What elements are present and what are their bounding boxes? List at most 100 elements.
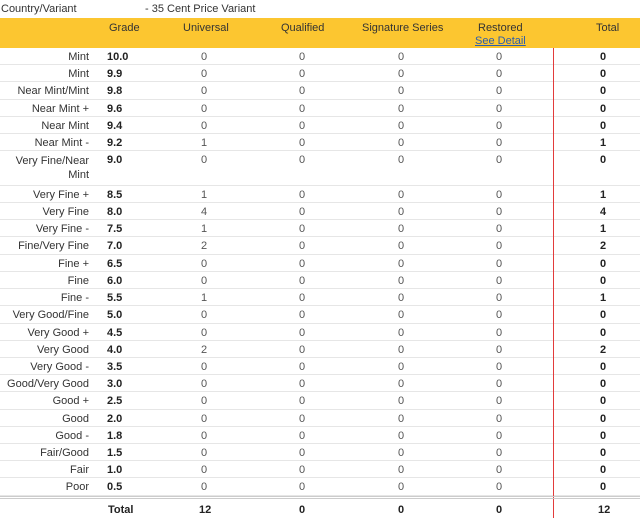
restored-count: 0	[496, 205, 503, 218]
qualified-count: 0	[299, 292, 306, 305]
universal-count: 0	[201, 429, 208, 442]
header-qualified: Qualified	[281, 22, 325, 34]
grade-value: 3.0	[107, 378, 123, 391]
header-signature-series: Signature Series	[362, 22, 444, 34]
qualified-count: 0	[299, 102, 306, 115]
header-restored: Restored	[478, 22, 523, 34]
total-count: 0	[600, 119, 607, 132]
total-count: 1	[600, 223, 607, 236]
universal-count: 1	[201, 223, 208, 236]
signature-count: 0	[398, 292, 405, 305]
qualified-count: 0	[299, 51, 306, 63]
grade-name: Good -	[55, 429, 89, 442]
signature-count: 0	[398, 102, 405, 115]
restored-count: 0	[496, 395, 503, 408]
total-count: 0	[600, 481, 607, 494]
table-row: Fine + 6.5 0 0 0 0 0	[0, 255, 640, 272]
grade-name: Good/Very Good	[7, 378, 89, 391]
table-row: Very Fine 8.0 4 0 0 0 4	[0, 203, 640, 221]
table-row: Good/Very Good 3.0 0 0 0 0 0	[0, 375, 640, 393]
grade-value: 2.0	[107, 412, 123, 425]
footer-universal-total: 12	[199, 504, 212, 516]
restored-count: 0	[496, 51, 503, 63]
grade-name: Near Mint/Mint	[17, 85, 89, 98]
grade-name: Fine +	[58, 257, 89, 270]
qualified-count: 0	[299, 360, 306, 373]
restored-count: 0	[496, 119, 503, 132]
table-row: Very Good - 3.5 0 0 0 0 0	[0, 358, 640, 376]
table-row: Mint 9.9 0 0 0 0 0	[0, 65, 640, 83]
grade-name: Very Good/Fine	[12, 309, 89, 322]
qualified-count: 0	[299, 154, 306, 167]
qualified-count: 0	[299, 378, 306, 391]
total-count: 0	[600, 154, 607, 167]
table-row: Near Mint + 9.6 0 0 0 0 0	[0, 100, 640, 117]
table-row: Poor 0.5 0 0 0 0 0	[0, 478, 640, 496]
grade-value: 5.0	[107, 309, 123, 322]
restored-count: 0	[496, 257, 503, 270]
universal-count: 0	[201, 412, 208, 425]
table-row: Near Mint 9.4 0 0 0 0 0	[0, 117, 640, 135]
qualified-count: 0	[299, 274, 306, 287]
qualified-count: 0	[299, 429, 306, 442]
census-table-body: Mint 10.0 0 0 0 0 0 Mint 9.9 0 0 0 0 0 Near Mint/Mint 9…	[0, 48, 640, 496]
signature-count: 0	[398, 326, 405, 339]
total-count: 0	[600, 309, 607, 322]
total-count: 0	[600, 274, 607, 287]
restored-count: 0	[496, 429, 503, 442]
grade-value: 9.2	[107, 137, 123, 150]
total-column-divider	[553, 48, 554, 518]
universal-count: 0	[201, 154, 208, 167]
grade-name: Poor	[65, 481, 89, 494]
universal-count: 0	[201, 447, 208, 460]
grade-name: Very Fine +	[33, 188, 89, 201]
table-row: Very Fine/Near Mint 9.0 0 0 0 0 0	[0, 151, 640, 186]
grade-name: Near Mint	[41, 119, 89, 132]
total-count: 4	[600, 205, 607, 218]
see-detail-link[interactable]: See Detail	[475, 35, 526, 47]
total-count: 2	[600, 343, 607, 356]
universal-count: 0	[201, 309, 208, 322]
restored-count: 0	[496, 309, 503, 322]
signature-count: 0	[398, 51, 405, 63]
grade-value: 4.5	[107, 326, 123, 339]
total-count: 0	[600, 85, 607, 98]
table-row: Good 2.0 0 0 0 0 0	[0, 410, 640, 427]
qualified-count: 0	[299, 343, 306, 356]
universal-count: 0	[201, 464, 208, 477]
grade-name: Very Fine/Near Mint	[15, 155, 89, 182]
total-count: 0	[600, 68, 607, 81]
restored-count: 0	[496, 481, 503, 494]
table-row: Good - 1.8 0 0 0 0 0	[0, 427, 640, 445]
universal-count: 1	[201, 188, 208, 201]
signature-count: 0	[398, 412, 405, 425]
signature-count: 0	[398, 274, 405, 287]
total-count: 1	[600, 292, 607, 305]
grade-name: Good +	[52, 395, 89, 408]
universal-count: 0	[201, 119, 208, 132]
footer-grand-total: 12	[598, 504, 611, 516]
grade-value: 1.5	[107, 447, 123, 460]
grade-value: 7.0	[107, 240, 123, 253]
grade-name: Mint	[68, 51, 89, 63]
table-row: Near Mint - 9.2 1 0 0 0 1	[0, 134, 640, 152]
table-row: Very Good + 4.5 0 0 0 0 0	[0, 324, 640, 341]
total-count: 0	[600, 360, 607, 373]
grade-value: 3.5	[107, 360, 123, 373]
total-count: 2	[600, 240, 607, 253]
country-variant-row: Country/Variant - 35 Cent Price Variant	[0, 0, 640, 18]
grade-value: 6.5	[107, 257, 123, 270]
universal-count: 0	[201, 68, 208, 81]
qualified-count: 0	[299, 481, 306, 494]
universal-count: 0	[201, 51, 208, 63]
grade-name: Very Good +	[27, 326, 89, 339]
header-total: Total	[596, 22, 620, 34]
census-table-header: Grade Universal Qualified Signature Seri…	[0, 18, 640, 48]
signature-count: 0	[398, 429, 405, 442]
qualified-count: 0	[299, 240, 306, 253]
signature-count: 0	[398, 481, 405, 494]
total-count: 0	[600, 257, 607, 270]
universal-count: 0	[201, 395, 208, 408]
total-count: 0	[600, 51, 607, 63]
restored-count: 0	[496, 102, 503, 115]
